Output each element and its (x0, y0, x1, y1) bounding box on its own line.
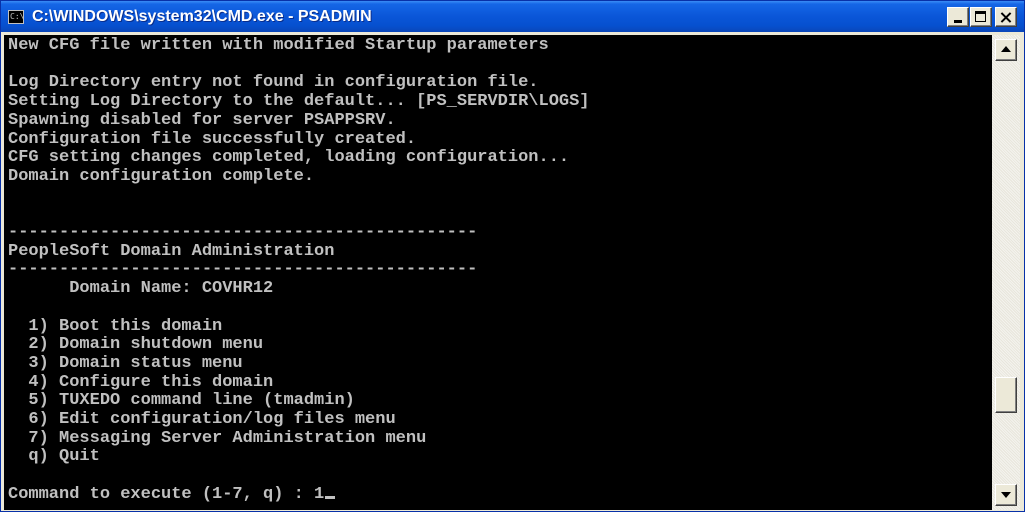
icon-glyph: C:\ (10, 12, 25, 21)
console-line: ----------------------------------------… (8, 260, 478, 280)
caption-buttons (947, 7, 1017, 29)
console-line: Setting Log Directory to the default... … (8, 92, 590, 112)
cmd-console-icon[interactable]: C:\ (8, 10, 24, 24)
console-line: Domain Name: COVHR12 (8, 279, 274, 299)
title-bar[interactable]: C:\ C:\WINDOWS\system32\CMD.exe - PSADMI… (1, 1, 1024, 32)
scroll-up-arrow-icon[interactable] (995, 39, 1017, 61)
scroll-down-arrow-icon[interactable] (995, 484, 1017, 506)
console-line: 7) Messaging Server Administration menu (8, 428, 427, 448)
console-line: 2) Domain shutdown menu (8, 335, 264, 355)
cmd-window: C:\ C:\WINDOWS\system32\CMD.exe - PSADMI… (0, 0, 1025, 512)
console-line: 5) TUXEDO command line (tmadmin) (8, 391, 355, 411)
console-line: q) Quit (8, 447, 100, 467)
console-line: 4) Configure this domain (8, 372, 274, 392)
console-line: New CFG file written with modified Start… (8, 36, 549, 55)
console-line: Spawning disabled for server PSAPPSRV. (8, 110, 396, 130)
console-line: 1) Boot this domain (8, 316, 223, 336)
text-cursor (325, 495, 336, 499)
console-line: 3) Domain status menu (8, 353, 243, 373)
console-line: Log Directory entry not found in configu… (8, 73, 539, 93)
console-text: New CFG file written with modified Start… (4, 35, 992, 505)
console-line: Configuration file successfully created. (8, 129, 417, 149)
window-title: C:\WINDOWS\system32\CMD.exe - PSADMIN (32, 8, 372, 25)
vertical-scrollbar[interactable] (992, 35, 1020, 510)
console-line: Domain configuration complete. (8, 166, 315, 186)
console-line: CFG setting changes completed, loading c… (8, 148, 570, 168)
console-line: PeopleSoft Domain Administration (8, 241, 335, 261)
close-button[interactable] (995, 7, 1017, 27)
console-output-area[interactable]: New CFG file written with modified Start… (4, 35, 992, 510)
console-line: ----------------------------------------… (8, 223, 478, 243)
command-prompt[interactable]: Command to execute (1-7, q) : 1 (8, 485, 324, 504)
console-line: 6) Edit configuration/log files menu (8, 410, 396, 430)
minimize-button[interactable] (947, 7, 969, 27)
maximize-button[interactable] (970, 7, 992, 27)
scroll-thumb[interactable] (995, 377, 1017, 414)
